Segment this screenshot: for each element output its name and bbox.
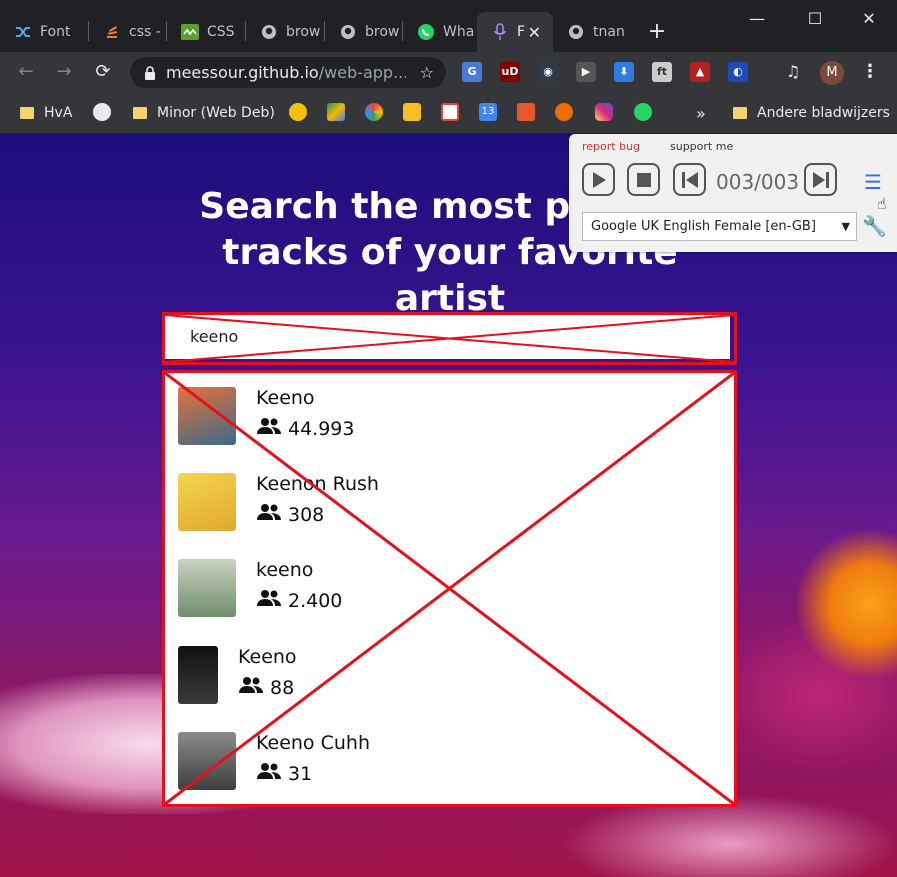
debug-outline: [162, 312, 737, 365]
tab-title: Wha: [443, 24, 475, 40]
whatsapp-icon[interactable]: [634, 103, 652, 121]
download-extension-icon[interactable]: ⬇: [614, 62, 634, 82]
font-tab-icon: [14, 23, 32, 41]
google-photos-icon[interactable]: [365, 103, 383, 121]
bookmark-site-icon[interactable]: [289, 103, 307, 121]
folder-icon: [733, 107, 747, 119]
tab-title: CSS: [207, 24, 235, 40]
github-icon: [339, 23, 357, 41]
sentence-counter: 003/003: [716, 170, 800, 194]
url-path: /web-app...: [318, 63, 406, 82]
browser-toolbar: ← → ⟳ meessour.github.io/web-app... ☆ G …: [0, 52, 897, 92]
gmail-icon[interactable]: [441, 103, 459, 121]
address-bar[interactable]: meessour.github.io/web-app... ☆: [130, 57, 446, 88]
avatar[interactable]: M: [820, 61, 844, 85]
tab-title: tnan: [593, 24, 625, 40]
next-button[interactable]: [804, 163, 837, 196]
tab-font[interactable]: Font: [0, 12, 88, 52]
google-drive-icon[interactable]: [327, 103, 345, 121]
bookmark-label: Minor (Web Deb): [157, 105, 275, 121]
close-window-icon[interactable]: ✕: [846, 6, 892, 32]
font-extension-icon[interactable]: ft: [652, 62, 672, 82]
report-bug-link[interactable]: report bug: [582, 140, 640, 153]
bookmark-other[interactable]: Andere bladwijzers: [733, 103, 890, 123]
tab-whatsapp[interactable]: Wha: [403, 12, 477, 52]
bookmark-label: Andere bladwijzers: [757, 105, 890, 121]
chart-extension-icon[interactable]: ▲: [690, 62, 710, 82]
bookmark-minor[interactable]: Minor (Web Deb): [133, 103, 275, 123]
debug-outline: [162, 370, 737, 807]
lock-icon: [144, 65, 156, 80]
support-link[interactable]: support me: [670, 140, 733, 153]
tab-title: brow: [286, 24, 321, 40]
bookmark-app-icon-2[interactable]: [555, 103, 573, 121]
stop-button[interactable]: [627, 163, 660, 196]
minimize-icon[interactable]: —: [734, 6, 780, 32]
google-translate-icon[interactable]: G: [462, 62, 482, 82]
reload-button[interactable]: ⟳: [89, 58, 117, 86]
tts-popup: report bug support me 003/003 ☰ Google U…: [569, 134, 897, 252]
folder-icon: [20, 107, 34, 119]
tts-extension-icon[interactable]: ◐: [728, 62, 748, 82]
google-keep-icon[interactable]: [403, 103, 421, 121]
tab-css[interactable]: css -: [89, 12, 166, 52]
hand-cursor-icon: ☝: [877, 194, 887, 213]
video-extension-icon[interactable]: ▶: [576, 62, 596, 82]
artist-results-list: Keeno 44.993 Keenon Rush 308 keeno 2.400…: [162, 370, 737, 807]
tab-title: css -: [129, 24, 161, 40]
bookmark-star-icon[interactable]: ☆: [420, 63, 434, 82]
globe-icon[interactable]: [93, 103, 111, 121]
microphone-icon: [491, 23, 509, 41]
voice-select[interactable]: Google UK English Female [en-GB] ▼: [582, 212, 857, 241]
tab-css-2[interactable]: CSS: [167, 12, 245, 52]
ublock-icon[interactable]: uD: [500, 62, 520, 82]
menu-kebab-icon[interactable]: ⋮: [860, 62, 880, 82]
tab-title: F: [517, 24, 526, 40]
tab-github-1[interactable]: brow: [246, 12, 324, 52]
github-icon: [260, 23, 278, 41]
google-calendar-icon[interactable]: 13: [479, 103, 497, 121]
play-button[interactable]: [582, 163, 615, 196]
bookmark-label: HvA: [44, 105, 73, 121]
hamburger-menu-icon[interactable]: ☰: [864, 170, 882, 194]
bookmark-app-icon[interactable]: [517, 103, 535, 121]
dropdown-arrow-icon: ▼: [841, 220, 850, 233]
url-host: meessour.github.io: [166, 63, 319, 82]
settings-wrench-icon[interactable]: 🔧: [862, 214, 887, 238]
forward-button[interactable]: →: [50, 58, 78, 86]
tab-github-2[interactable]: brow: [325, 12, 402, 52]
folder-icon: [133, 107, 147, 119]
url-text: meessour.github.io/web-app...: [166, 63, 406, 82]
more-bookmarks-button[interactable]: »: [696, 103, 706, 123]
back-button[interactable]: ←: [12, 58, 40, 86]
maximize-icon[interactable]: ☐: [792, 6, 838, 32]
instagram-icon[interactable]: [595, 103, 613, 121]
whatsapp-icon: [417, 23, 435, 41]
previous-button[interactable]: [673, 163, 706, 196]
tab-strip: Font css - CSS brow brow Wha F ✕ tnan + …: [0, 0, 897, 52]
tab-title: Font: [40, 24, 71, 40]
tab-title: brow: [365, 24, 400, 40]
search-container: [162, 312, 737, 365]
close-tab-icon[interactable]: ✕: [528, 23, 541, 42]
css-tab-icon: [181, 23, 199, 41]
ninja-extension-icon[interactable]: ◉: [538, 62, 558, 82]
bookmarks-bar: HvA Minor (Web Deb) 13 » Andere bladwijz…: [0, 92, 897, 134]
github-icon: [567, 23, 585, 41]
stackoverflow-icon: [103, 23, 121, 41]
tab-github-3[interactable]: tnan: [553, 12, 633, 52]
bookmark-hva[interactable]: HvA: [20, 103, 72, 123]
media-control-icon[interactable]: ♫: [783, 62, 803, 82]
voice-select-value: Google UK English Female [en-GB]: [591, 219, 816, 234]
tts-links: report bug support me: [582, 140, 733, 153]
tab-active[interactable]: F ✕: [477, 12, 553, 52]
new-tab-button[interactable]: +: [643, 18, 671, 46]
